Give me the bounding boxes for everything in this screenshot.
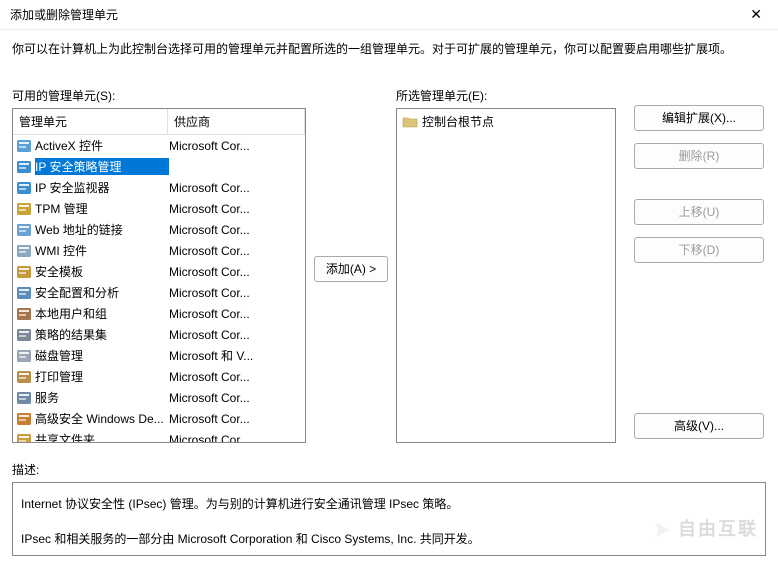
list-item[interactable]: Web 地址的链接Microsoft Cor... [13, 219, 305, 240]
selected-label: 所选管理单元(E): [396, 87, 616, 104]
list-header: 管理单元 供应商 [13, 109, 305, 135]
item-vendor: Microsoft Cor... [169, 307, 302, 321]
list-item[interactable]: ActiveX 控件Microsoft Cor... [13, 135, 305, 156]
tree-root[interactable]: 控制台根节点 [400, 112, 612, 131]
firewall-icon [16, 411, 32, 427]
list-item[interactable]: WMI 控件Microsoft Cor... [13, 240, 305, 261]
ipsecmon-icon [16, 180, 32, 196]
edit-extensions-button[interactable]: 编辑扩展(X)... [634, 105, 764, 131]
ipsec-icon [16, 159, 32, 175]
buttons-column: 编辑扩展(X)... 删除(R) 上移(U) 下移(D) 高级(V)... [616, 87, 766, 451]
intro-text: 你可以在计算机上为此控制台选择可用的管理单元并配置所选的一组管理单元。对于可扩展… [12, 40, 766, 59]
list-item[interactable]: 本地用户和组Microsoft Cor... [13, 303, 305, 324]
col-vendor-header[interactable]: 供应商 [168, 109, 305, 134]
tree-root-label: 控制台根节点 [422, 113, 494, 130]
share-icon [16, 432, 32, 444]
list-item[interactable]: 磁盘管理Microsoft 和 V... [13, 345, 305, 366]
item-name: 共享文件夹 [35, 431, 169, 443]
users-icon [16, 306, 32, 322]
item-name: TPM 管理 [35, 200, 169, 217]
titlebar: 添加或删除管理单元 ✕ [0, 0, 778, 30]
item-vendor: Microsoft Cor... [169, 160, 302, 174]
folder-icon [402, 114, 418, 130]
middle-column: 添加(A) > [306, 87, 396, 451]
item-name: IP 安全监视器 [35, 179, 169, 196]
description-section: 描述: Internet 协议安全性 (IPsec) 管理。为与别的计算机进行安… [12, 461, 766, 556]
window-title: 添加或删除管理单元 [10, 6, 744, 23]
item-name: IP 安全策略管理 [35, 158, 169, 175]
item-name: 磁盘管理 [35, 347, 169, 364]
available-label: 可用的管理单元(S): [12, 87, 306, 104]
list-item[interactable]: 安全配置和分析Microsoft Cor... [13, 282, 305, 303]
list-item[interactable]: 高级安全 Windows De...Microsoft Cor... [13, 408, 305, 429]
item-vendor: Microsoft 和 V... [169, 347, 302, 364]
description-line1: Internet 协议安全性 (IPsec) 管理。为与别的计算机进行安全通讯管… [21, 493, 757, 516]
rsop-icon [16, 327, 32, 343]
item-name: 服务 [35, 389, 169, 406]
available-column: 可用的管理单元(S): 管理单元 供应商 ActiveX 控件Microsoft… [12, 87, 306, 451]
list-item[interactable]: 打印管理Microsoft Cor... [13, 366, 305, 387]
add-button[interactable]: 添加(A) > [314, 256, 388, 282]
seccfg-icon [16, 285, 32, 301]
main-layout: 可用的管理单元(S): 管理单元 供应商 ActiveX 控件Microsoft… [12, 87, 766, 451]
list-item[interactable]: 安全模板Microsoft Cor... [13, 261, 305, 282]
wmi-icon [16, 243, 32, 259]
list-item[interactable]: 共享文件夹Microsoft Cor... [13, 429, 305, 443]
item-vendor: Microsoft Cor... [169, 223, 302, 237]
remove-button: 删除(R) [634, 143, 764, 169]
svc-icon [16, 390, 32, 406]
link-icon [16, 222, 32, 238]
description-label: 描述: [12, 461, 766, 478]
list-item[interactable]: TPM 管理Microsoft Cor... [13, 198, 305, 219]
item-vendor: Microsoft Cor... [169, 328, 302, 342]
close-icon[interactable]: ✕ [744, 4, 768, 25]
item-vendor: Microsoft Cor... [169, 139, 302, 153]
item-name: 安全模板 [35, 263, 169, 280]
list-item[interactable]: IP 安全策略管理Microsoft Cor... [13, 156, 305, 177]
content-area: 你可以在计算机上为此控制台选择可用的管理单元并配置所选的一组管理单元。对于可扩展… [0, 30, 778, 556]
item-vendor: Microsoft Cor... [169, 433, 302, 444]
description-line2: IPsec 和相关服务的一部分由 Microsoft Corporation 和… [21, 528, 757, 551]
item-vendor: Microsoft Cor... [169, 181, 302, 195]
item-name: Web 地址的链接 [35, 221, 169, 238]
selected-column: 所选管理单元(E): 控制台根节点 [396, 87, 616, 451]
item-vendor: Microsoft Cor... [169, 286, 302, 300]
item-name: 安全配置和分析 [35, 284, 169, 301]
item-vendor: Microsoft Cor... [169, 265, 302, 279]
selected-treebox[interactable]: 控制台根节点 [396, 108, 616, 443]
sectpl-icon [16, 264, 32, 280]
item-vendor: Microsoft Cor... [169, 391, 302, 405]
item-name: ActiveX 控件 [35, 137, 169, 154]
list-item[interactable]: IP 安全监视器Microsoft Cor... [13, 177, 305, 198]
ax-icon [16, 138, 32, 154]
disk-icon [16, 348, 32, 364]
item-name: 本地用户和组 [35, 305, 169, 322]
available-listbox[interactable]: 管理单元 供应商 ActiveX 控件Microsoft Cor...IP 安全… [12, 108, 306, 443]
advanced-button[interactable]: 高级(V)... [634, 413, 764, 439]
item-vendor: Microsoft Cor... [169, 412, 302, 426]
list-item[interactable]: 服务Microsoft Cor... [13, 387, 305, 408]
item-vendor: Microsoft Cor... [169, 244, 302, 258]
print-icon [16, 369, 32, 385]
tpm-icon [16, 201, 32, 217]
list-item[interactable]: 策略的结果集Microsoft Cor... [13, 324, 305, 345]
item-name: 高级安全 Windows De... [35, 410, 169, 427]
item-name: 策略的结果集 [35, 326, 169, 343]
move-down-button: 下移(D) [634, 237, 764, 263]
item-name: 打印管理 [35, 368, 169, 385]
item-name: WMI 控件 [35, 242, 169, 259]
item-vendor: Microsoft Cor... [169, 370, 302, 384]
item-vendor: Microsoft Cor... [169, 202, 302, 216]
col-name-header[interactable]: 管理单元 [13, 109, 168, 134]
move-up-button: 上移(U) [634, 199, 764, 225]
description-box: Internet 协议安全性 (IPsec) 管理。为与别的计算机进行安全通讯管… [12, 482, 766, 556]
available-rows[interactable]: ActiveX 控件Microsoft Cor...IP 安全策略管理Micro… [13, 135, 305, 443]
